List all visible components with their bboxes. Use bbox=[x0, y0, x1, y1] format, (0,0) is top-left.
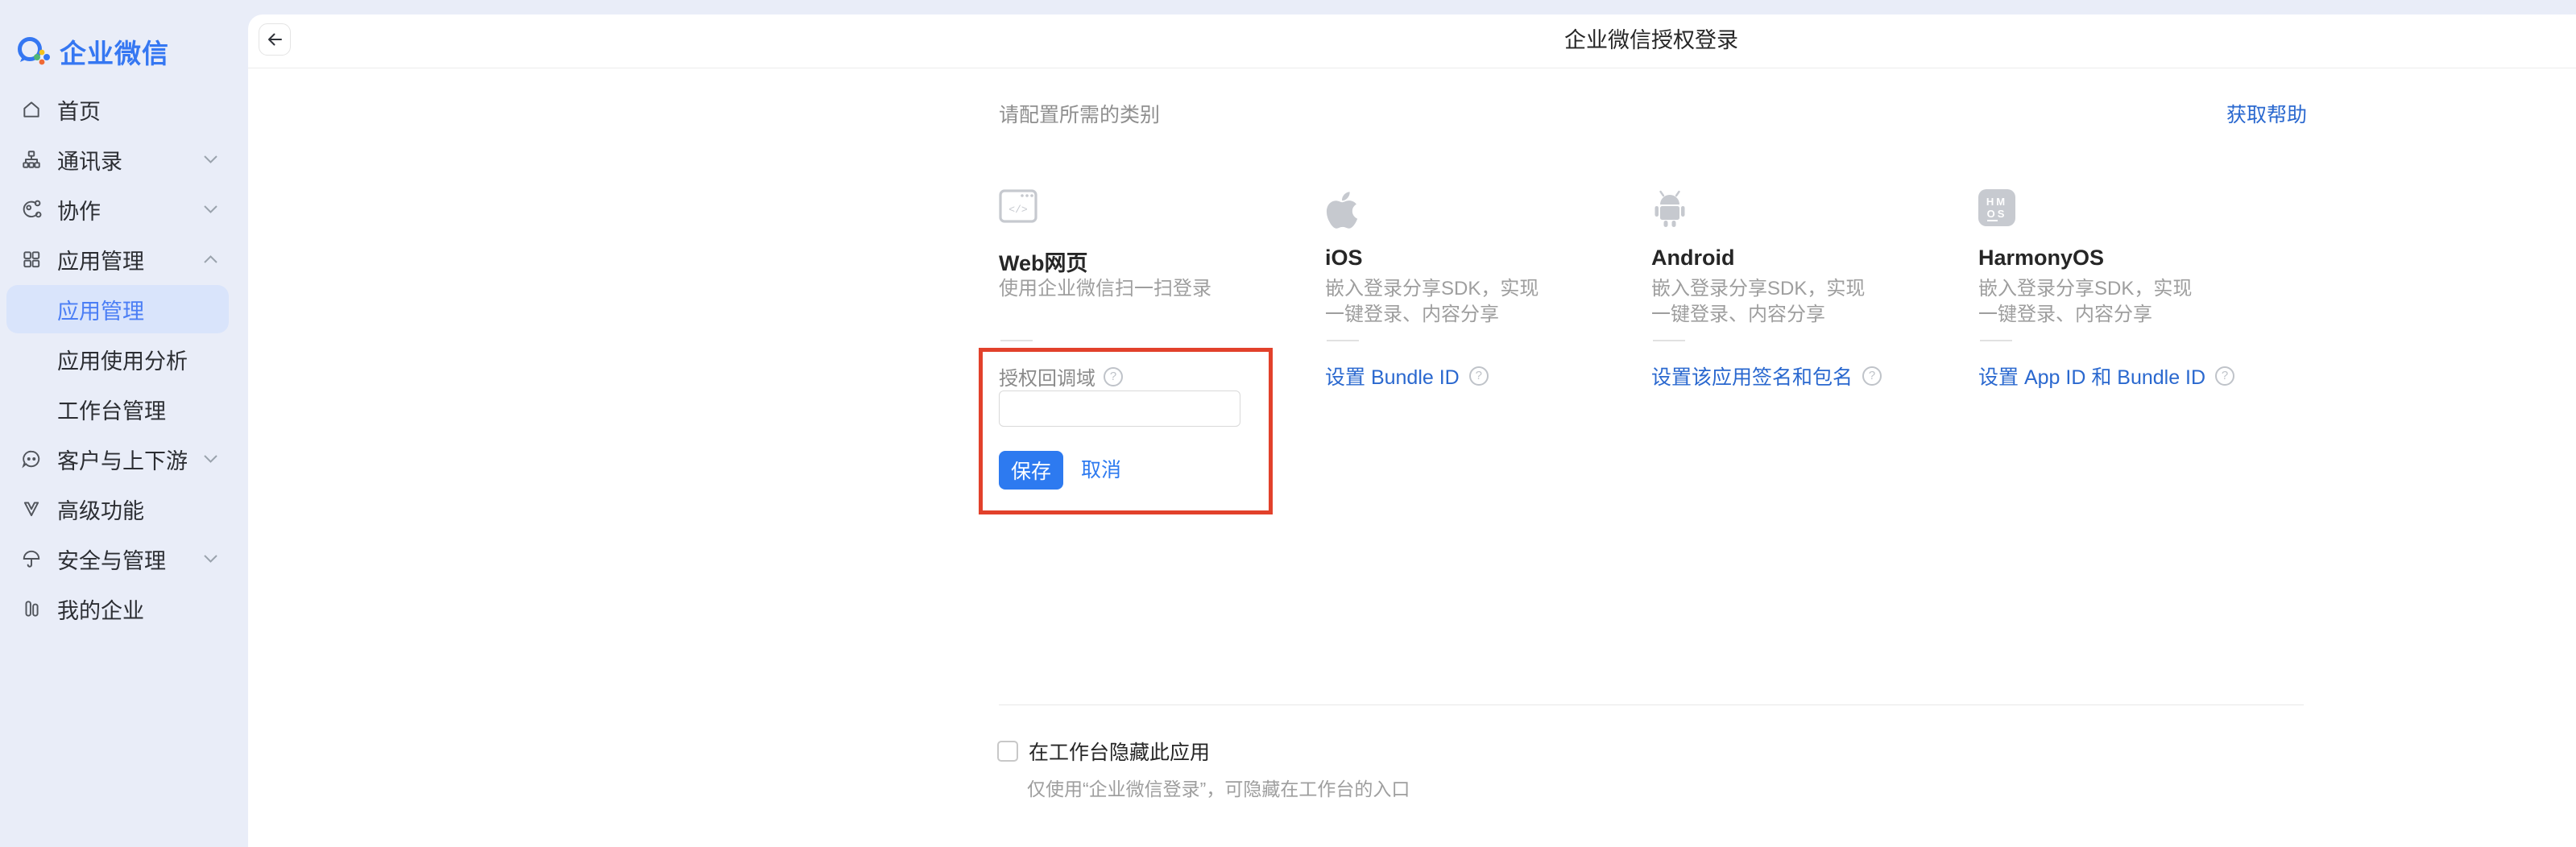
umbrella-icon bbox=[21, 548, 42, 569]
sidebar-item-advanced-features[interactable]: 高级功能 bbox=[0, 484, 242, 534]
card-web-desc: 使用企业微信扫一扫登录 bbox=[999, 278, 1211, 300]
card-ios: iOS 嵌入登录分享SDK，实现 一键登录、内容分享 设置 Bundle ID … bbox=[1325, 189, 1651, 568]
sidebar-subitem-app-management[interactable]: 应用管理 bbox=[0, 284, 242, 334]
card-divider bbox=[1000, 340, 1033, 341]
contacts-icon bbox=[21, 149, 42, 170]
callback-domain-input[interactable] bbox=[999, 390, 1240, 427]
hide-app-row: 在工作台隐藏此应用 bbox=[997, 737, 1210, 766]
sidebar-subitem-workbench-management[interactable]: 工作台管理 bbox=[0, 384, 242, 434]
card-divider bbox=[1653, 340, 1685, 341]
chat-bubble-icon bbox=[21, 448, 42, 469]
chevron-down-icon bbox=[204, 205, 217, 213]
harmonyos-icon: HM OS bbox=[1978, 189, 2015, 234]
set-appid-bundleid-link[interactable]: 设置 App ID 和 Bundle ID bbox=[1978, 362, 2205, 390]
card-web-title: Web网页 bbox=[999, 251, 1088, 275]
main-panel: 企业微信授权登录 请配置所需的类别 获取帮助 </> Web网页 使用企业微信扫… bbox=[248, 14, 2576, 847]
wecom-logo[interactable]: 企业微信 bbox=[16, 32, 169, 71]
help-question-icon[interactable]: ? bbox=[1468, 366, 1489, 386]
card-divider bbox=[1980, 340, 2012, 341]
panel-header: 企业微信授权登录 bbox=[248, 14, 2576, 68]
content-area: 请配置所需的类别 获取帮助 </> Web网页 使用企业微信扫一扫登录 授权回调… bbox=[979, 68, 2307, 847]
company-icon bbox=[21, 598, 42, 619]
sidebar-item-app-management[interactable]: 应用管理 bbox=[0, 234, 242, 284]
sidebar-item-contacts[interactable]: 通讯录 bbox=[0, 134, 242, 184]
card-harmonyos-title: HarmonyOS bbox=[1978, 246, 2105, 270]
save-button[interactable]: 保存 bbox=[999, 451, 1063, 490]
section-divider bbox=[999, 704, 2304, 705]
card-harmonyos: HM OS HarmonyOS 嵌入登录分享SDK，实现 一键登录、内容分享 设… bbox=[1978, 189, 2304, 568]
card-ios-title: iOS bbox=[1325, 246, 1363, 270]
hide-app-description: 仅使用“企业微信登录”，可隐藏在工作台的入口 bbox=[1027, 779, 1410, 799]
sidebar-subitem-app-usage-analysis[interactable]: 应用使用分析 bbox=[0, 334, 242, 384]
card-android-title: Android bbox=[1651, 246, 1735, 270]
set-bundle-id-link[interactable]: 设置 Bundle ID bbox=[1325, 362, 1460, 390]
android-icon bbox=[1651, 189, 1688, 234]
card-divider bbox=[1327, 340, 1359, 341]
sidebar-item-my-company[interactable]: 我的企业 bbox=[0, 584, 242, 634]
sidebar-item-security-management[interactable]: 安全与管理 bbox=[0, 534, 242, 584]
card-web: </> Web网页 使用企业微信扫一扫登录 授权回调域 ? 保存 取消 bbox=[979, 189, 1325, 568]
chevron-down-icon bbox=[204, 155, 217, 163]
card-android-desc: 嵌入登录分享SDK，实现 一键登录、内容分享 bbox=[1651, 278, 1866, 325]
card-android: Android 嵌入登录分享SDK，实现 一键登录、内容分享 设置该应用签名和包… bbox=[1651, 189, 1978, 568]
wecom-logo-icon bbox=[16, 35, 53, 68]
advanced-v-icon bbox=[21, 498, 42, 519]
help-question-icon[interactable]: ? bbox=[1104, 366, 1123, 386]
card-ios-desc: 嵌入登录分享SDK，实现 一键登录、内容分享 bbox=[1325, 278, 1539, 325]
config-hint-text: 请配置所需的类别 bbox=[999, 104, 1161, 126]
help-question-icon[interactable]: ? bbox=[2215, 366, 2235, 386]
hide-app-checkbox[interactable] bbox=[997, 741, 1018, 762]
sidebar-item-home[interactable]: 首页 bbox=[0, 85, 242, 134]
browser-icon: </> bbox=[999, 189, 1037, 234]
wecom-logo-text: 企业微信 bbox=[60, 39, 169, 68]
hide-app-label: 在工作台隐藏此应用 bbox=[1029, 742, 1211, 764]
callback-domain-highlight-box: 授权回调域 ? 保存 取消 bbox=[979, 348, 1273, 514]
chevron-up-icon bbox=[204, 255, 217, 263]
callback-domain-label: 授权回调域 bbox=[999, 368, 1095, 390]
home-icon bbox=[21, 99, 42, 120]
sidebar-item-customers[interactable]: 客户与上下游 bbox=[0, 434, 242, 484]
cancel-button[interactable]: 取消 bbox=[1081, 451, 1121, 490]
back-button[interactable] bbox=[259, 23, 291, 56]
collaboration-icon bbox=[21, 199, 42, 220]
chevron-down-icon bbox=[204, 555, 217, 563]
set-signature-package-link[interactable]: 设置该应用签名和包名 bbox=[1651, 362, 1853, 390]
card-harmonyos-desc: 嵌入登录分享SDK，实现 一键登录、内容分享 bbox=[1978, 278, 2193, 325]
apple-icon bbox=[1325, 189, 1359, 234]
apps-grid-icon bbox=[21, 249, 42, 270]
svg-text:</>: </> bbox=[1008, 204, 1028, 216]
sidebar: 企业微信 首页 通讯录 协作 应用管理 应用管理 应用使用分析 工作台管理 客户… bbox=[0, 0, 242, 847]
sidebar-item-collaboration[interactable]: 协作 bbox=[0, 184, 242, 234]
help-question-icon[interactable]: ? bbox=[1862, 366, 1882, 386]
page-title: 企业微信授权登录 bbox=[1564, 28, 1738, 52]
platform-cards: </> Web网页 使用企业微信扫一扫登录 授权回调域 ? 保存 取消 iOS … bbox=[979, 189, 2304, 568]
arrow-left-icon bbox=[268, 33, 282, 46]
sidebar-nav: 首页 通讯录 协作 应用管理 应用管理 应用使用分析 工作台管理 客户与上下游 … bbox=[0, 85, 242, 634]
chevron-down-icon bbox=[204, 455, 217, 463]
get-help-link[interactable]: 获取帮助 bbox=[2226, 99, 2307, 128]
